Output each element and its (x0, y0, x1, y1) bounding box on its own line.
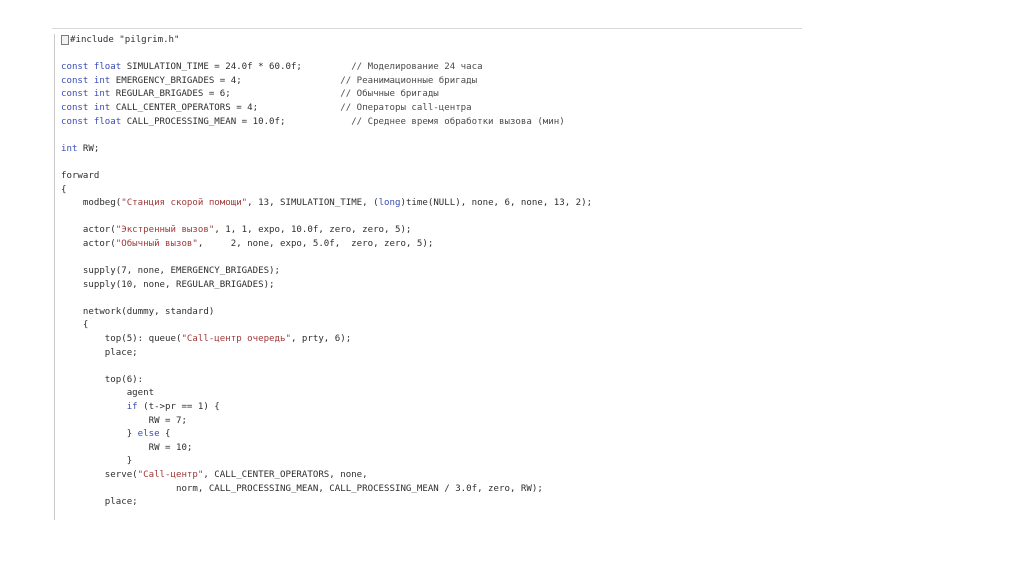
code-line: actor("Обычный вызов", 2, none, expo, 5.… (61, 238, 799, 252)
code-line: top(6): (61, 374, 799, 388)
code-token: place; (61, 347, 138, 358)
code-token: // Операторы call-центра (340, 102, 472, 113)
code-token: forward (61, 170, 100, 181)
code-line: } (61, 455, 799, 469)
code-token: EMERGENCY_BRIGADES = 4; (110, 75, 341, 86)
code-line: const int CALL_CENTER_OPERATORS = 4; // … (61, 102, 799, 116)
code-token: , prty, 6); (290, 334, 352, 345)
code-token: modbeg( (61, 198, 122, 209)
code-token: actor( (61, 238, 116, 249)
code-token: const int (61, 89, 111, 100)
code-token: top(5): queue( (61, 334, 182, 345)
editor-top-border (30, 28, 802, 29)
code-token: top(6): (61, 374, 144, 385)
code-line: RW = 10; (61, 442, 799, 456)
code-token: RW; (77, 143, 100, 154)
code-token: } (61, 456, 133, 467)
code-token: if (126, 402, 138, 413)
fold-marker-icon[interactable] (61, 34, 69, 45)
code-line: actor("Экстренный вызов", 1, 1, expo, 10… (61, 224, 799, 238)
code-token: const float (61, 116, 122, 127)
code-line: } else { (61, 428, 799, 442)
code-token: REGULAR_BRIGADES = 6; (110, 89, 341, 100)
code-line: network(dummy, standard) (61, 306, 799, 320)
code-line: serve("Call-центр", CALL_CENTER_OPERATOR… (61, 469, 799, 483)
code-token: // Реанимационные бригады (340, 75, 478, 86)
code-token: place; (61, 497, 138, 508)
code-token: "Экстренный вызов" (115, 225, 215, 236)
code-token: // Обычные бригады (340, 89, 439, 100)
code-token: int (61, 143, 78, 154)
code-token: , 13, SIMULATION_TIME, ( (247, 198, 379, 209)
code-token: supply(10, none, REGULAR_BRIGADES); (61, 279, 275, 290)
code-token: serve( (61, 470, 138, 480)
code-line: const int EMERGENCY_BRIGADES = 4; // Реа… (61, 75, 799, 89)
code-line: RW = 7; (61, 415, 799, 429)
code-token: , 2, none, expo, 5.0f, zero, zero, 5); (197, 238, 434, 249)
code-line: place; (61, 347, 799, 361)
code-token: actor( (61, 225, 116, 236)
code-token: , 1, 1, expo, 10.0f, zero, zero, 5); (214, 225, 412, 236)
code-line: modbeg("Станция скорой помощи", 13, SIMU… (61, 197, 799, 211)
code-token: CALL_PROCESSING_MEAN = 10.0f; (121, 116, 352, 127)
code-line: { (61, 184, 799, 198)
code-token: #include "pilgrim.h" (70, 35, 180, 45)
code-token: else (137, 429, 160, 440)
code-token: "Call-центр" (137, 470, 204, 480)
code-line: if (t->pr == 1) { (61, 401, 799, 415)
code-token: (t->pr == 1) { (137, 402, 220, 413)
code-line: { (61, 319, 799, 333)
code-line: #include "pilgrim.h" (61, 34, 799, 48)
code-line: norm, CALL_PROCESSING_MEAN, CALL_PROCESS… (61, 483, 799, 497)
code-token: const int (61, 102, 111, 113)
code-line: int RW; (61, 143, 799, 157)
code-token: "Call-центр очередь" (181, 334, 291, 345)
code-token: // Среднее время обработки вызова (мин) (351, 116, 565, 127)
code-token: const int (61, 75, 111, 86)
code-line: const float CALL_PROCESSING_MEAN = 10.0f… (61, 116, 799, 130)
code-token: agent (61, 388, 155, 399)
code-line: const float SIMULATION_TIME = 24.0f * 60… (61, 61, 799, 75)
code-token: } (61, 429, 138, 440)
code-token: )time(NULL), none, 6, none, 13, 2); (400, 198, 593, 209)
code-token: // Моделирование 24 часа (351, 62, 483, 73)
code-token: , CALL_CENTER_OPERATORS, none, (203, 470, 368, 480)
code-token: supply(7, none, EMERGENCY_BRIGADES); (61, 266, 280, 277)
code-token: { (61, 320, 89, 331)
code-token: long (378, 198, 401, 209)
code-line: const int REGULAR_BRIGADES = 6; // Обычн… (61, 88, 799, 102)
code-token: { (159, 429, 171, 440)
code-token: CALL_CENTER_OPERATORS = 4; (110, 102, 341, 113)
code-token: { (61, 184, 67, 195)
code-token: RW = 10; (61, 442, 193, 453)
code-token: const float (61, 62, 122, 73)
editor-left-gutter (30, 28, 52, 520)
screenshot-stage: #include "pilgrim.h" const float SIMULAT… (0, 0, 1024, 574)
code-token: network(dummy, standard) (61, 306, 215, 317)
code-editor[interactable]: #include "pilgrim.h" const float SIMULAT… (30, 28, 802, 520)
code-content[interactable]: #include "pilgrim.h" const float SIMULAT… (61, 34, 799, 510)
code-line: supply(7, none, EMERGENCY_BRIGADES); (61, 265, 799, 279)
code-token: norm, CALL_PROCESSING_MEAN, CALL_PROCESS… (61, 483, 543, 494)
fold-guide-line (54, 34, 55, 520)
code-token: "Станция скорой помощи" (121, 198, 248, 209)
code-line: agent (61, 387, 799, 401)
code-token: RW = 7; (61, 415, 187, 426)
code-token: "Обычный вызов" (115, 238, 198, 249)
code-line: place; (61, 496, 799, 510)
code-line: forward (61, 170, 799, 184)
code-line: supply(10, none, REGULAR_BRIGADES); (61, 279, 799, 293)
code-token: SIMULATION_TIME = 24.0f * 60.0f; (121, 62, 352, 73)
code-line: top(5): queue("Call-центр очередь", prty… (61, 333, 799, 347)
